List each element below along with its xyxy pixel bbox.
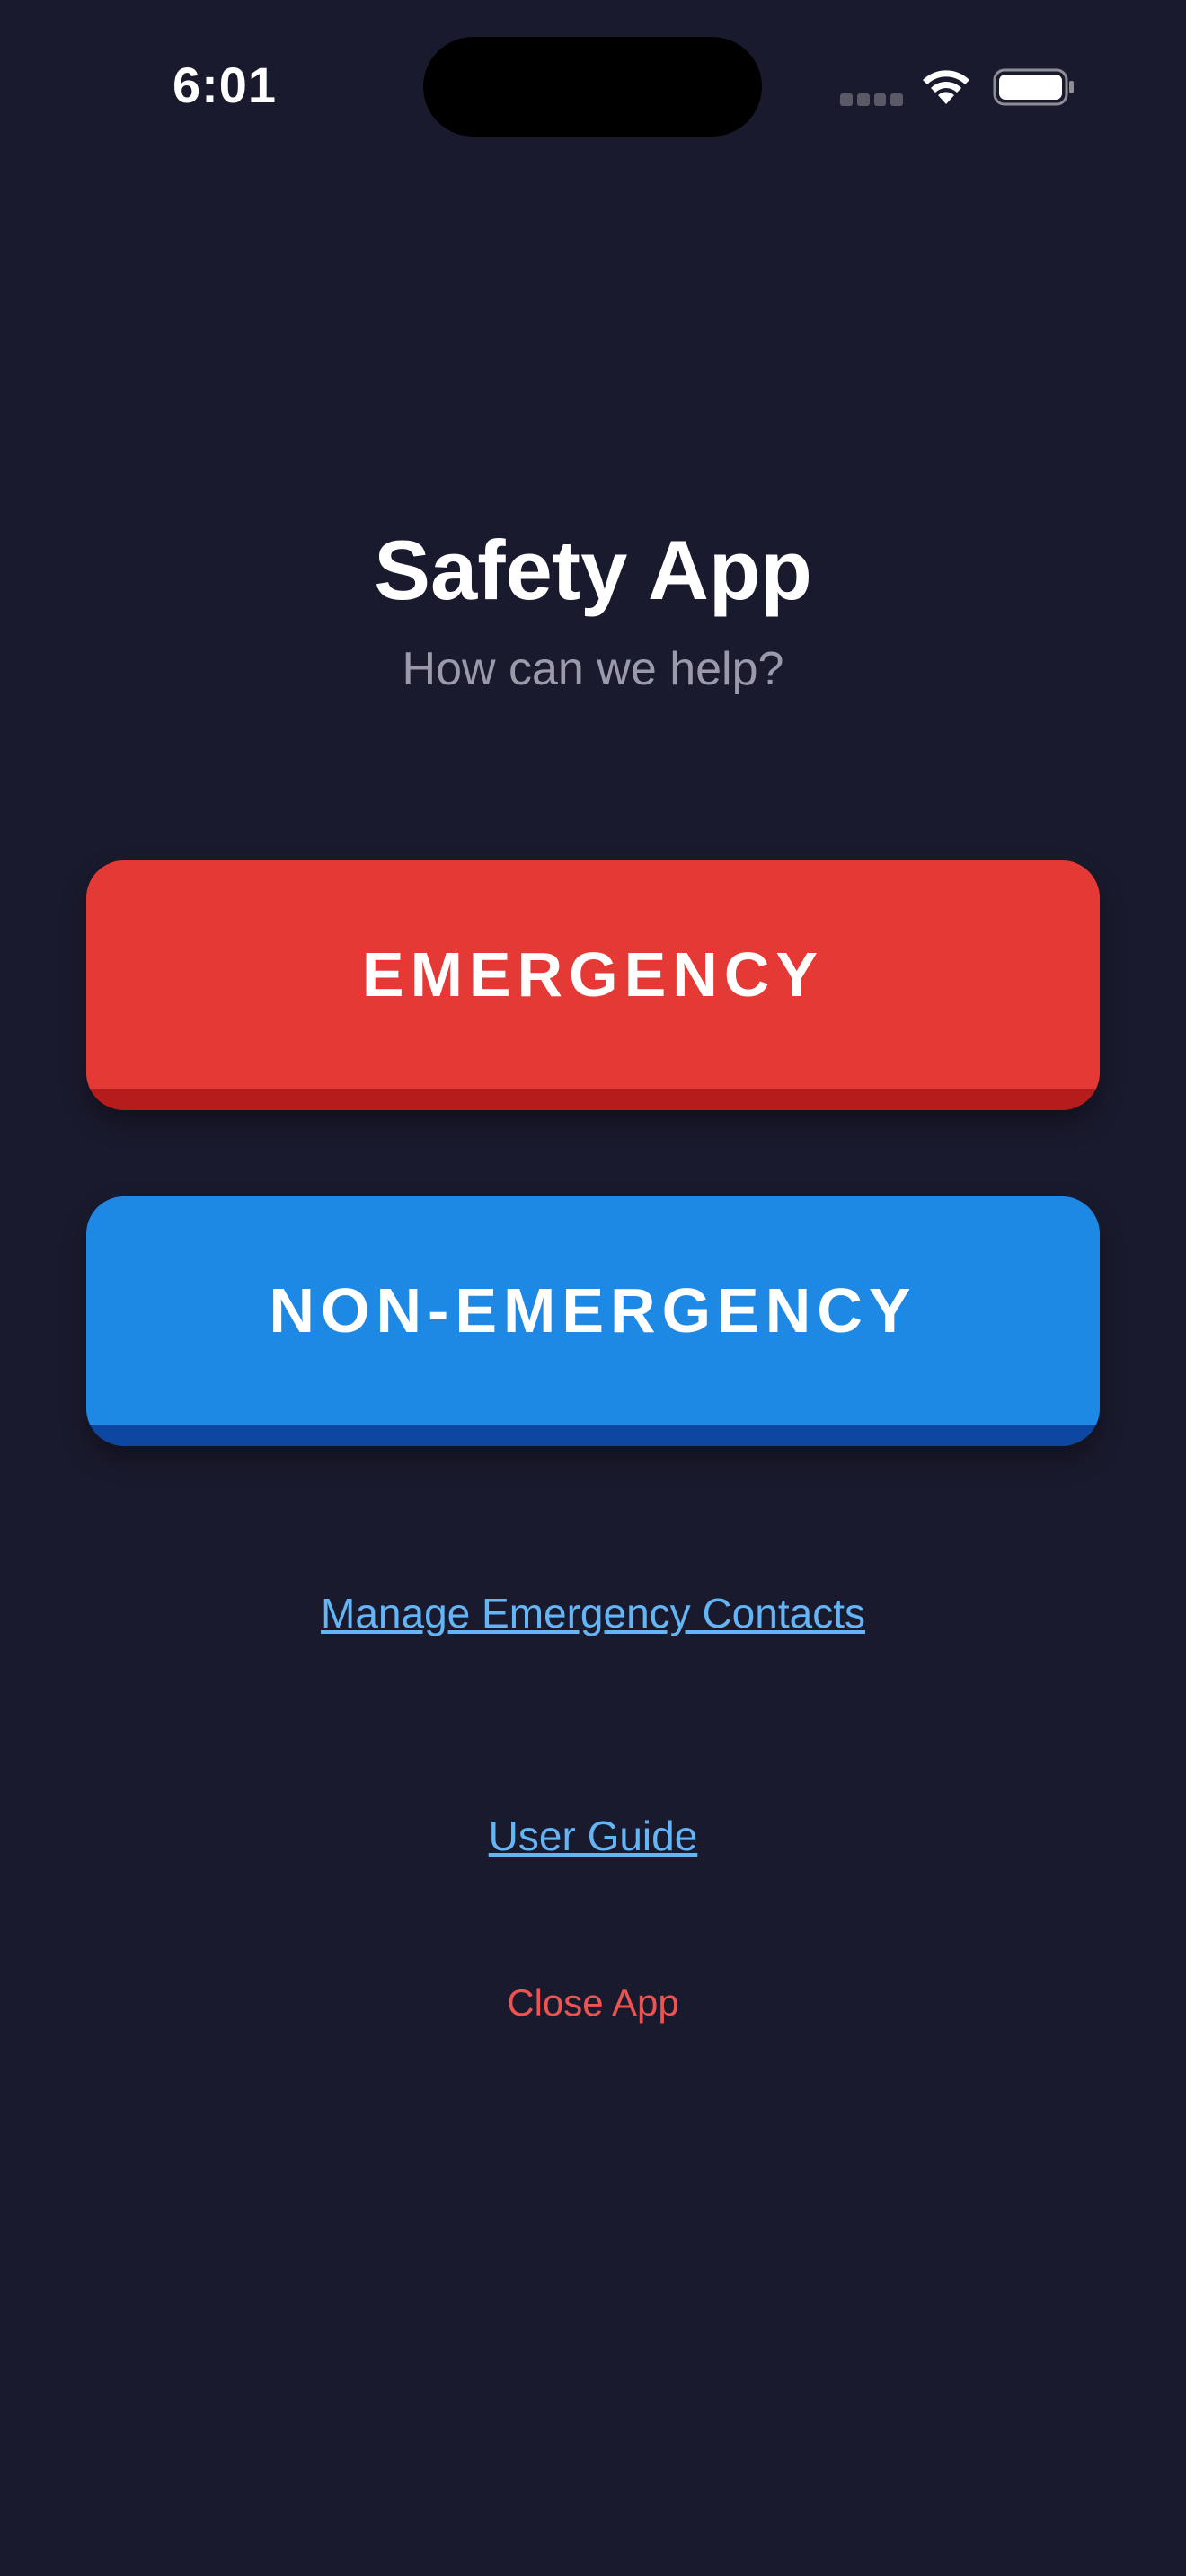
wifi-icon	[923, 70, 969, 104]
user-guide-link[interactable]: User Guide	[0, 1809, 1186, 1863]
non-emergency-button[interactable]: NON-EMERGENCY	[86, 1196, 1100, 1446]
app-screen: 6:01 Safety App How can we help? EMERGEN…	[0, 0, 1186, 2576]
manage-emergency-contacts-link[interactable]: Manage Emergency Contacts	[0, 1586, 1186, 1640]
emergency-button-label: EMERGENCY	[86, 860, 1100, 1089]
page-title: Safety App	[374, 523, 812, 617]
status-time: 6:01	[172, 57, 278, 113]
dynamic-island	[423, 37, 762, 137]
page-subtitle: How can we help?	[402, 643, 784, 695]
battery-icon	[993, 68, 1074, 106]
close-app-button[interactable]: Close App	[0, 1976, 1186, 2030]
non-emergency-button-label: NON-EMERGENCY	[86, 1196, 1100, 1425]
emergency-button[interactable]: EMERGENCY	[86, 860, 1100, 1110]
cellular-signal-icon	[840, 93, 903, 106]
